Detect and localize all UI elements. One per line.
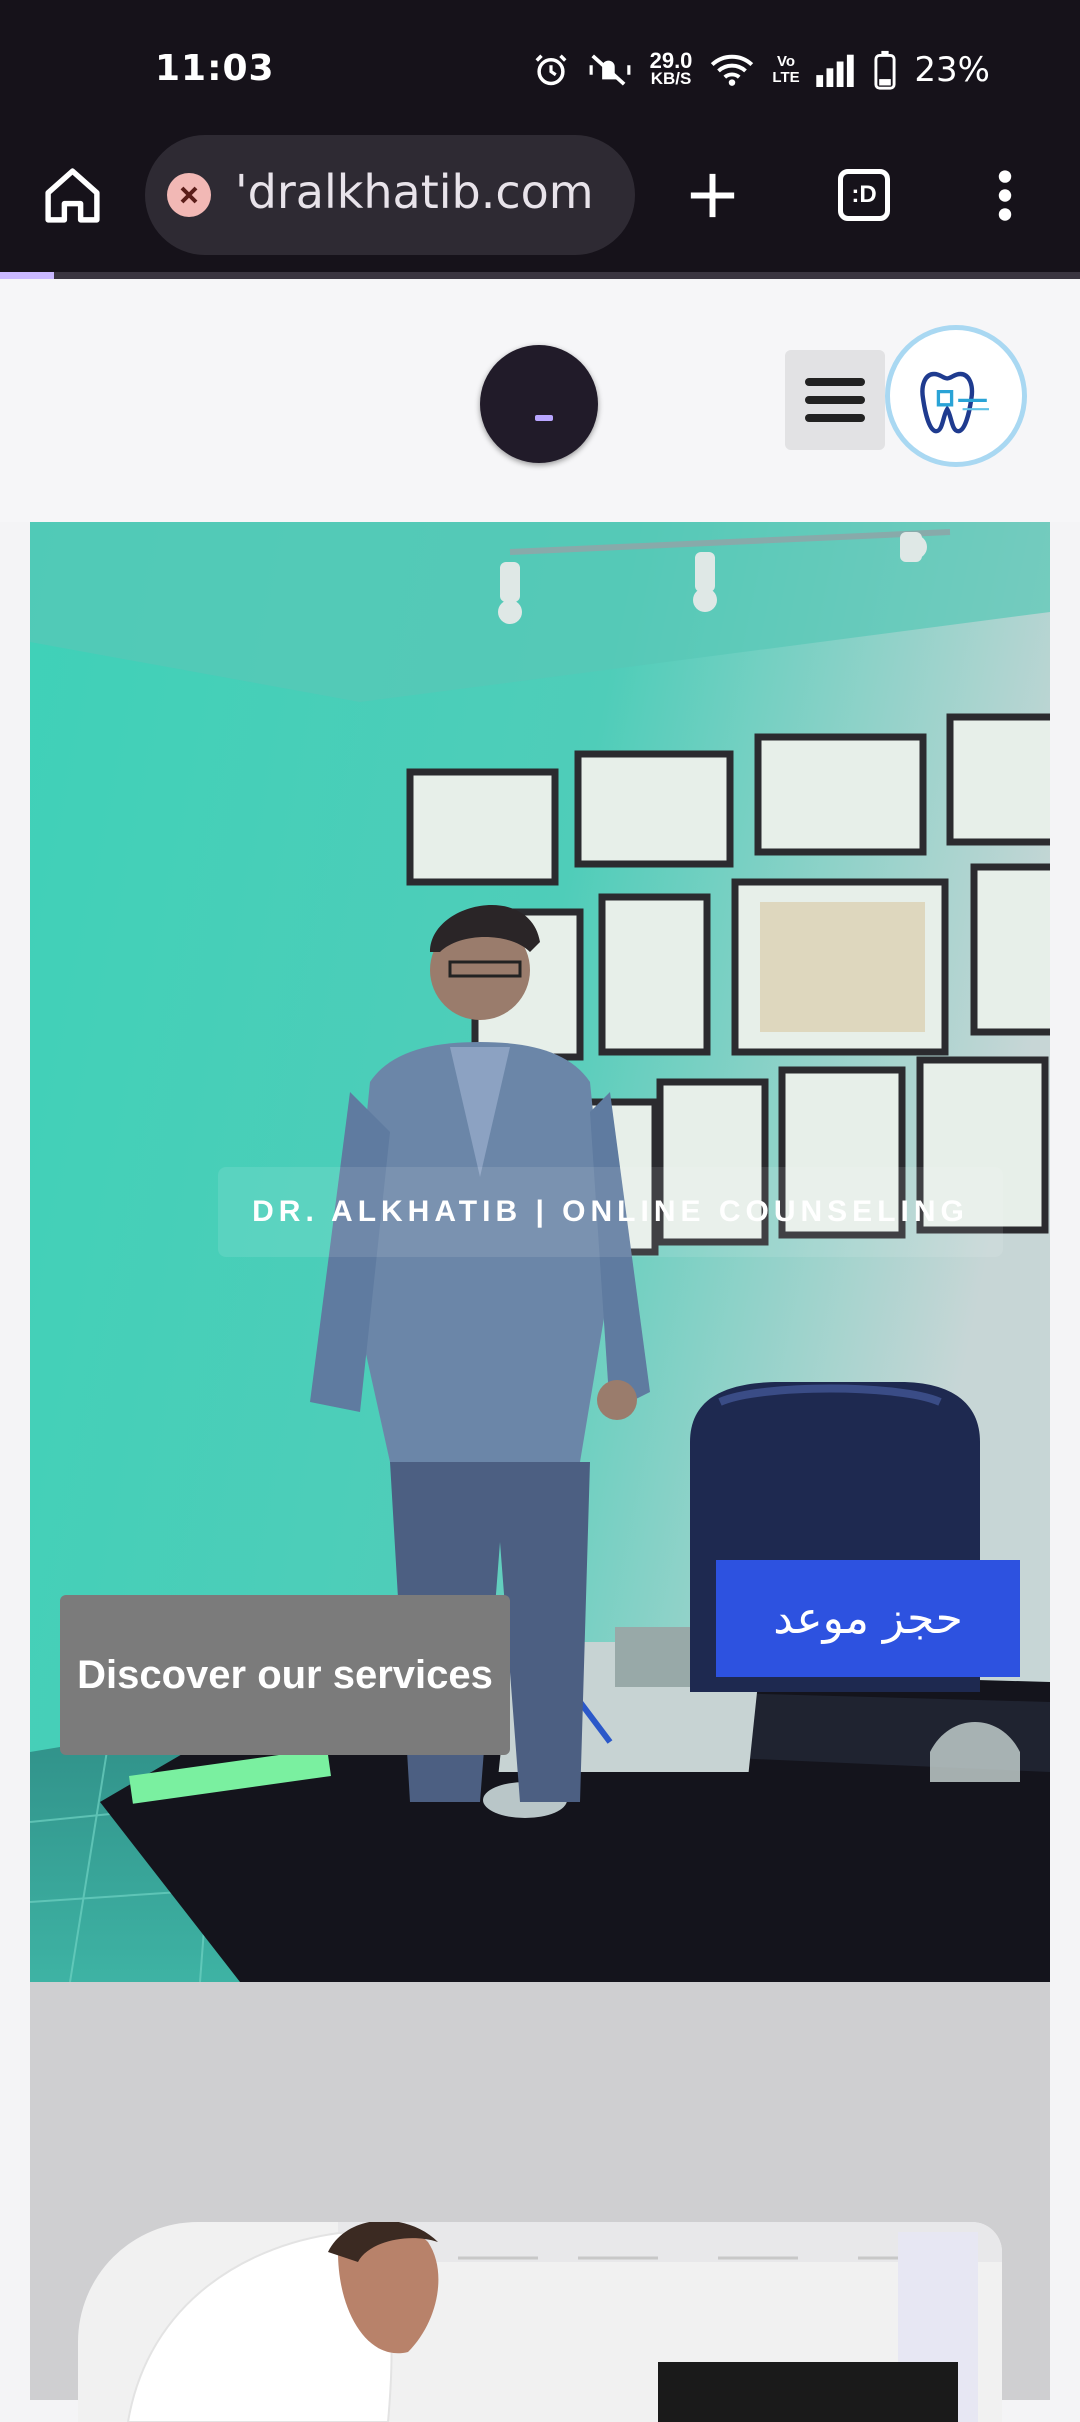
browser-toolbar: 'dralkhatib.com :D [0,135,1080,275]
home-button[interactable] [40,163,105,228]
new-tab-button[interactable] [680,163,745,228]
book-appointment-button[interactable]: حجز موعد [716,1560,1020,1677]
tooth-logo[interactable] [885,325,1027,467]
signal-icon [814,53,856,87]
battery-percentage: 23% [914,50,990,90]
home-icon [45,168,100,223]
services-photo [78,2222,1002,2422]
hero-section: DR. ALKHATIB | ONLINE COUNSELING حجز موع… [30,522,1050,1982]
page-load-progress [0,272,1080,279]
volte-icon: Vo LTE [772,53,800,86]
site-header [0,280,1080,522]
hero-title-box: DR. ALKHATIB | ONLINE COUNSELING [218,1167,1003,1257]
new-tab-icon [690,173,735,218]
menu-toggle-button[interactable] [785,350,885,450]
url-bar[interactable]: 'dralkhatib.com [145,135,635,255]
mute-vibrate-icon [588,51,632,89]
status-icons: 29.0 KB/S Vo LTE 23% [532,48,990,92]
net-speed-unit: KB/S [650,69,692,88]
page-load-progress-fill [0,272,54,279]
tabs-icon: :D [851,181,877,208]
services-section [30,1982,1050,2422]
url-text[interactable]: 'dralkhatib.com [235,165,625,219]
alarm-icon [532,51,570,89]
status-time: 11:03 [155,48,275,89]
floating-action-dot[interactable] [480,345,598,463]
tooth-logo-icon [920,371,989,434]
hero-title: DR. ALKHATIB | ONLINE COUNSELING [252,1195,969,1228]
battery-icon [874,50,896,90]
hamburger-icon [805,378,865,422]
net-speed-value: 29.0 [649,48,693,73]
discover-services-button[interactable]: Discover our services [60,1595,510,1755]
more-menu-button[interactable] [985,163,1025,228]
net-speed: 29.0 KB/S [649,48,693,88]
status-bar: 11:03 29.0 KB/S Vo LTE 23% [0,0,1080,135]
site-error-icon[interactable] [167,173,211,217]
tabs-button[interactable]: :D [838,169,890,221]
more-menu-icon [998,170,1012,221]
wifi-icon [710,52,754,88]
